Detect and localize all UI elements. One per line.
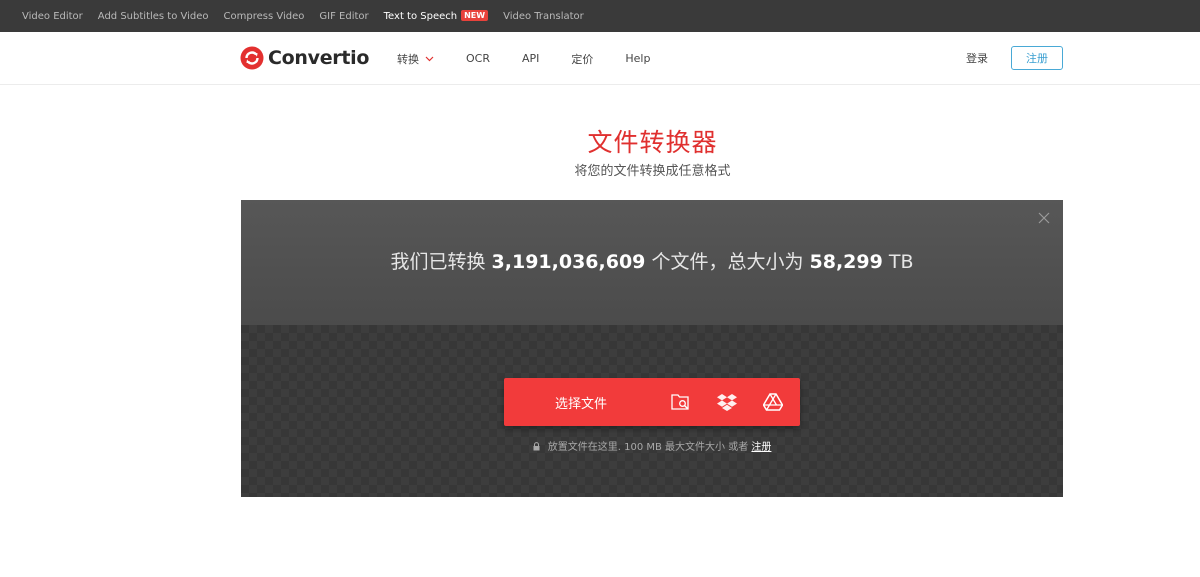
drop-hint: 放置文件在这里. 100 MB 最大文件大小 或者 注册 — [241, 438, 1063, 453]
dropbox-icon — [717, 394, 737, 411]
converter-panel: 我们已转换 3,191,036,609 个文件，总大小为 58,299 TB 选… — [241, 200, 1063, 497]
nav-item-pricing[interactable]: 定价 — [571, 51, 593, 67]
nav-item-convert-label: 转换 — [397, 52, 419, 66]
nav-item-help[interactable]: Help — [625, 52, 650, 65]
lock-icon — [533, 442, 540, 451]
drop-hint-text: 放置文件在这里. 100 MB 最大文件大小 或者 — [547, 442, 749, 453]
close-icon[interactable] — [1038, 212, 1050, 224]
topbar-link-text-to-speech[interactable]: Text to Speech NEW — [383, 10, 489, 22]
stats-area: 我们已转换 3,191,036,609 个文件，总大小为 58,299 TB — [241, 200, 1063, 325]
top-bar: Video Editor Add Subtitles to Video Comp… — [0, 0, 1200, 32]
main-nav: 转换 OCR API 定价 Help — [397, 32, 682, 85]
stats-middle: 个文件，总大小为 — [651, 251, 804, 273]
size-unit: TB — [888, 251, 914, 273]
google-drive-icon — [763, 393, 783, 411]
stats-prefix: 我们已转换 — [390, 251, 486, 273]
topbar-link-video-translator[interactable]: Video Translator — [503, 11, 584, 22]
google-drive-upload[interactable] — [750, 378, 796, 426]
drop-hint-register-link[interactable]: 注册 — [751, 442, 771, 453]
local-folder-upload[interactable] — [658, 378, 704, 426]
chevron-down-icon — [425, 56, 434, 61]
nav-item-api[interactable]: API — [522, 52, 539, 65]
nav-item-convert[interactable]: 转换 — [397, 51, 434, 67]
folder-search-icon — [671, 394, 689, 410]
topbar-link-video-editor[interactable]: Video Editor — [22, 11, 83, 22]
register-button[interactable]: 注册 — [1011, 46, 1063, 70]
topbar-link-text-to-speech-label: Text to Speech — [383, 11, 458, 22]
top-bar-links: Video Editor Add Subtitles to Video Comp… — [22, 0, 584, 32]
logo-text: Convertio — [268, 47, 370, 69]
topbar-link-gif-editor[interactable]: GIF Editor — [319, 11, 368, 22]
topbar-link-add-subtitles[interactable]: Add Subtitles to Video — [98, 11, 209, 22]
page-subtitle: 将您的文件转换成任意格式 — [574, 164, 731, 179]
nav-item-ocr[interactable]: OCR — [466, 52, 490, 65]
new-badge: NEW — [461, 10, 489, 21]
topbar-link-compress-video[interactable]: Compress Video — [224, 11, 305, 22]
logo-icon — [240, 46, 264, 70]
login-link[interactable]: 登录 — [966, 50, 988, 66]
logo[interactable]: Convertio — [240, 46, 369, 70]
files-count: 3,191,036,609 — [491, 251, 646, 273]
conversion-stats: 我们已转换 3,191,036,609 个文件，总大小为 58,299 TB — [241, 247, 1063, 274]
total-size: 58,299 — [809, 251, 883, 273]
main-header: Convertio 转换 OCR API 定价 Help 登录 注册 — [0, 32, 1200, 85]
upload-bar: 选择文件 — [504, 378, 800, 426]
choose-file-button[interactable]: 选择文件 — [504, 393, 658, 412]
dropbox-upload[interactable] — [704, 378, 750, 426]
page-title: 文件转换器 — [587, 128, 718, 157]
